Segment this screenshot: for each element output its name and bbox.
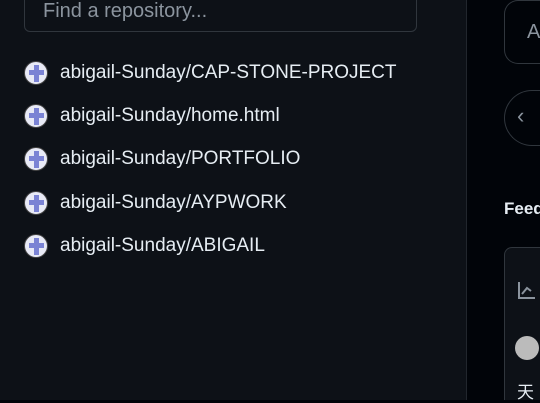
repo-link[interactable]: abigail-Sunday / home.html — [24, 104, 280, 128]
owner-avatar — [24, 61, 48, 85]
card-text: 天 — [517, 383, 534, 402]
repo-owner: abigail-Sunday — [60, 62, 186, 83]
find-repository-input[interactable]: Find a repository... — [24, 0, 417, 32]
owner-avatar — [24, 147, 48, 171]
feed-heading: Feed — [504, 199, 540, 218]
repo-name: home.html — [190, 105, 280, 126]
repo-link[interactable]: abigail-Sunday / CAP-STONE-PROJECT — [24, 61, 397, 85]
repo-name: AYPWORK — [190, 192, 287, 213]
user-avatar[interactable] — [515, 336, 539, 360]
chart-icon — [517, 280, 537, 300]
repo-name: CAP-STONE-PROJECT — [190, 62, 397, 83]
repo-owner: abigail-Sunday — [60, 148, 186, 169]
repo-owner: abigail-Sunday — [60, 105, 186, 126]
back-button[interactable]: ‹ — [504, 90, 540, 146]
top-button[interactable]: A — [504, 0, 540, 64]
feed-card: 天 — [504, 247, 540, 402]
owner-avatar — [24, 104, 48, 128]
repositories-panel: Find a repository... abigail-Sunday / CAP-… — [0, 0, 467, 400]
repo-link[interactable]: abigail-Sunday / PORTFOLIO — [24, 147, 300, 171]
repo-link[interactable]: abigail-Sunday / ABIGAIL — [24, 234, 265, 258]
owner-avatar — [24, 191, 48, 215]
repo-name: ABIGAIL — [190, 235, 265, 256]
chevron-left-icon: ‹ — [517, 103, 525, 128]
repo-owner: abigail-Sunday — [60, 192, 186, 213]
repo-name: PORTFOLIO — [190, 148, 301, 169]
feed-panel: A ‹ Feed 天 — [468, 0, 540, 402]
repo-link[interactable]: abigail-Sunday / AYPWORK — [24, 191, 287, 215]
owner-avatar — [24, 234, 48, 258]
repo-owner: abigail-Sunday — [60, 235, 186, 256]
